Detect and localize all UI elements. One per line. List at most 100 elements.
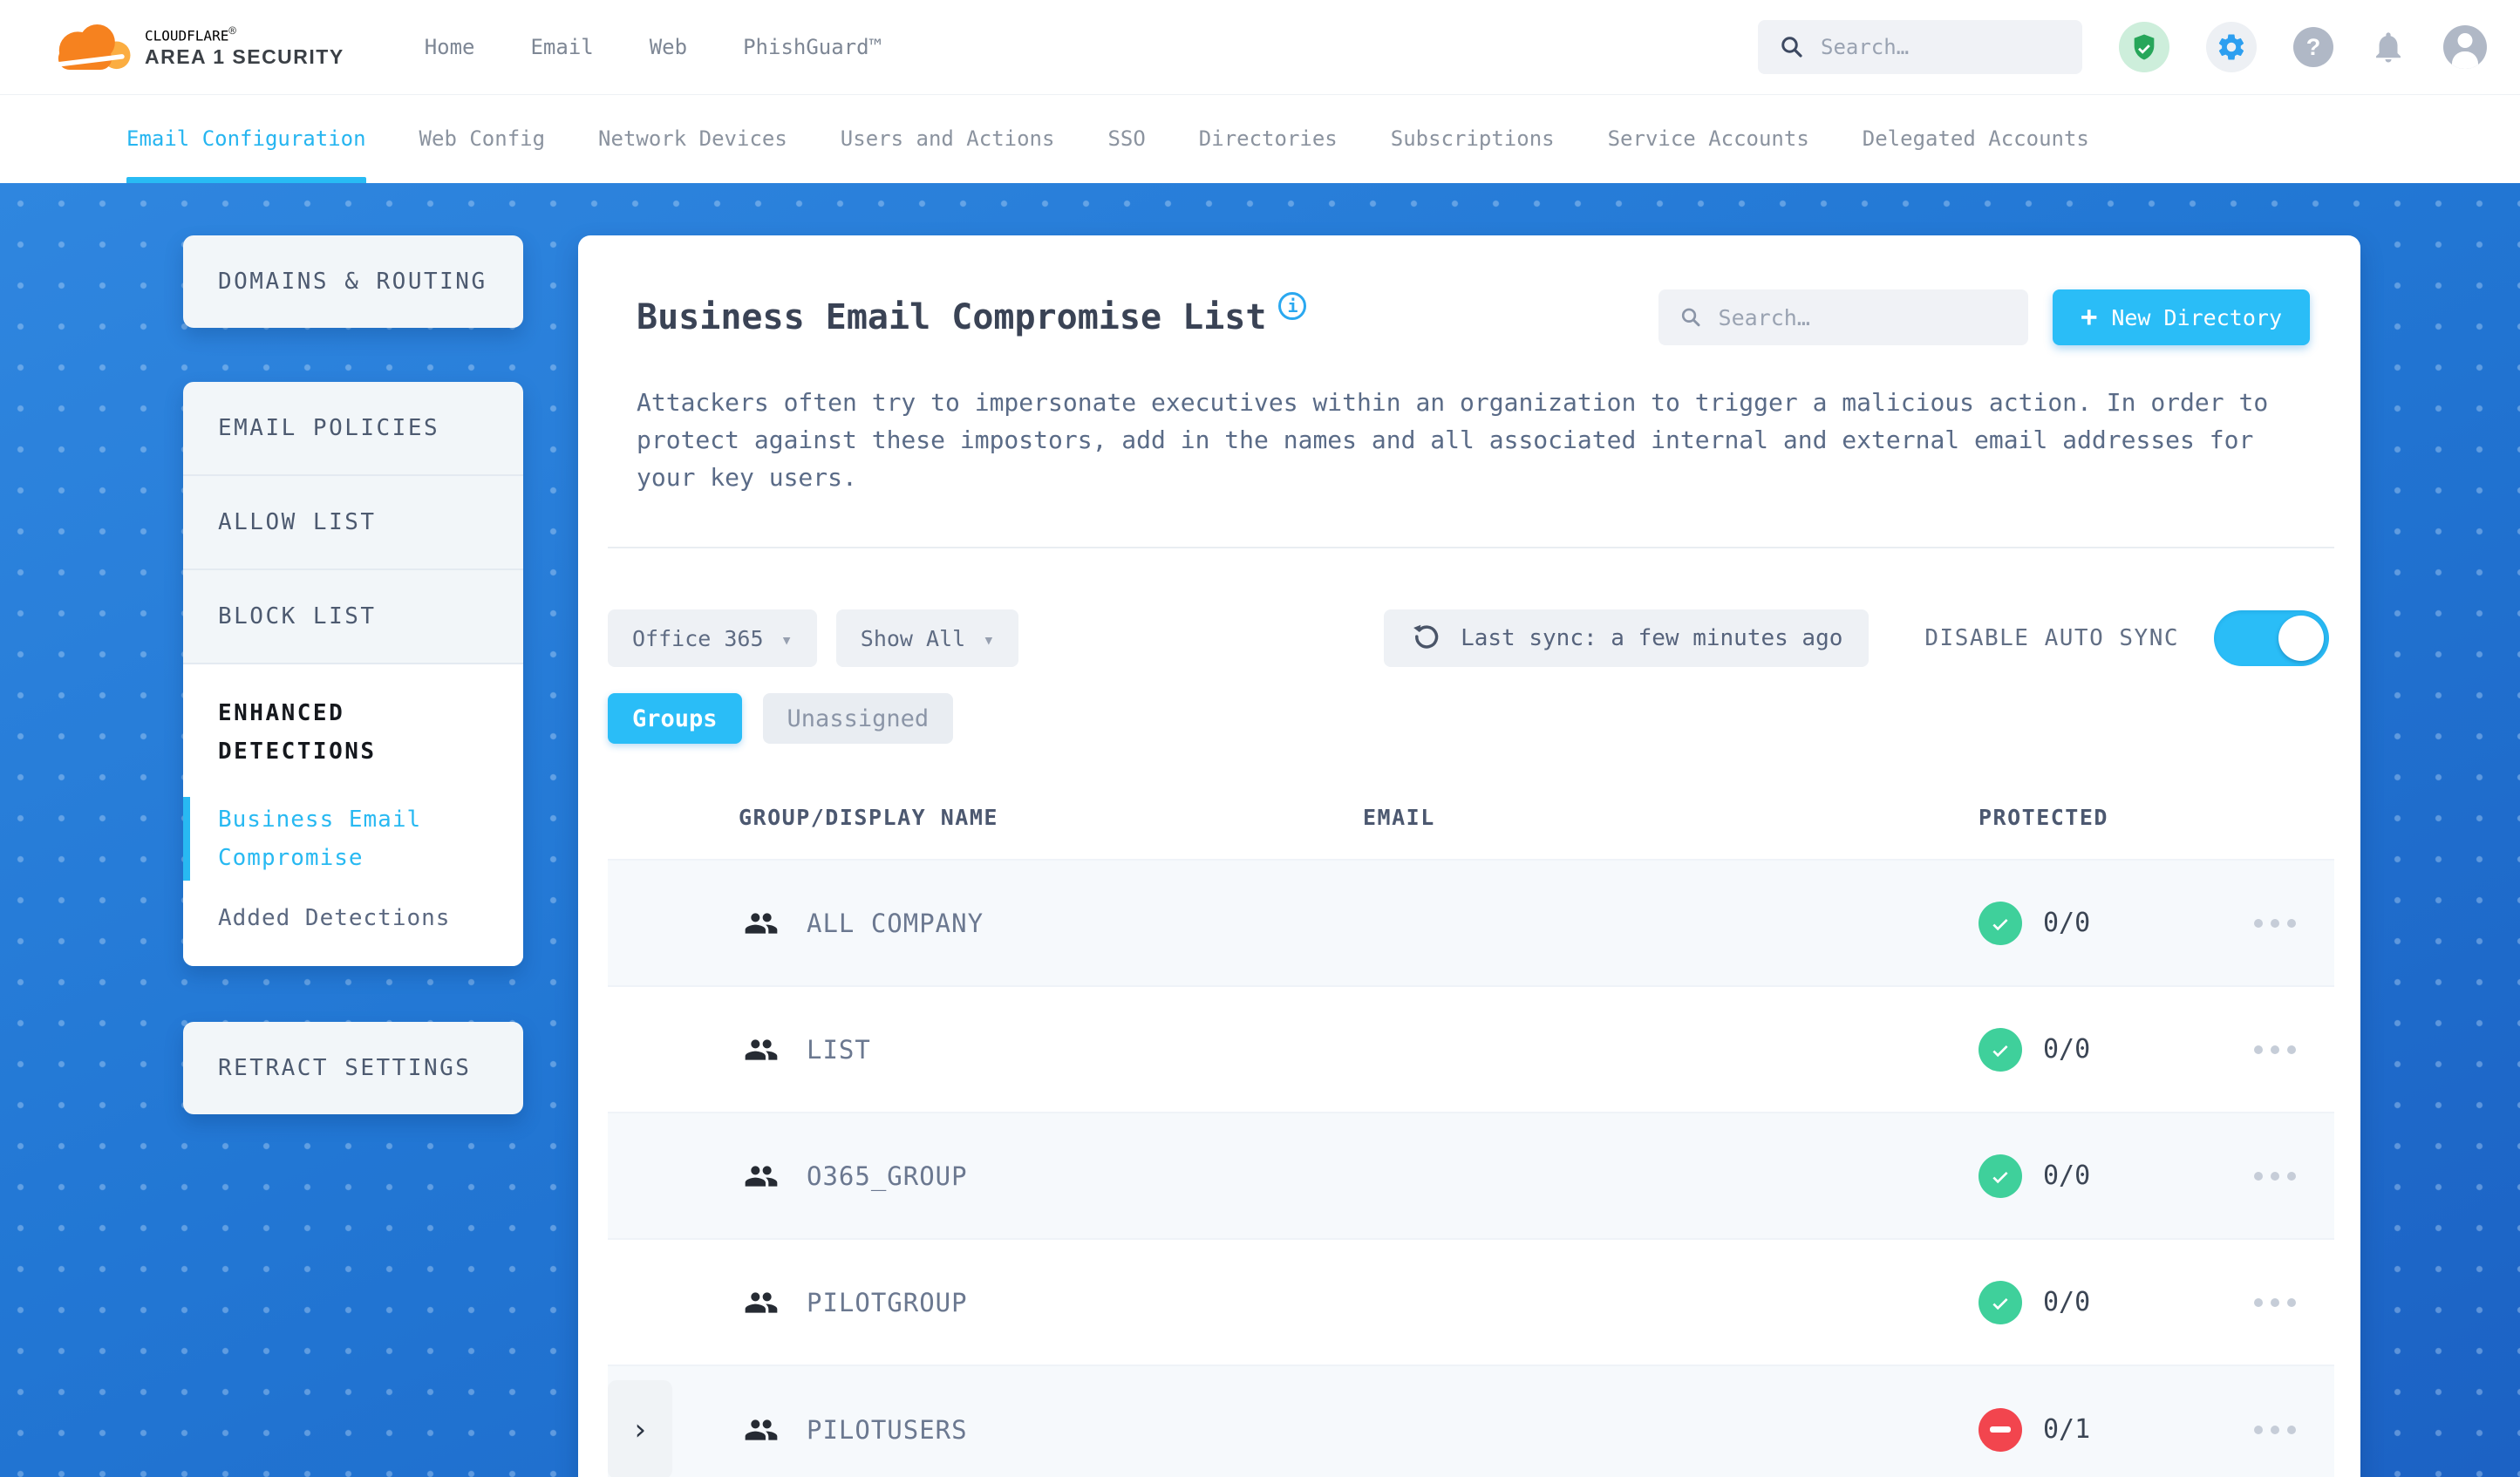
group-people-icon xyxy=(745,1165,778,1187)
sidebar-item-retract-settings[interactable]: RETRACT SETTINGS xyxy=(183,1022,523,1114)
notifications-button[interactable] xyxy=(2370,29,2407,65)
search-icon xyxy=(1681,308,1700,327)
protected-count: 0/1 xyxy=(2043,1414,2091,1445)
group-name: PILOTUSERS xyxy=(807,1414,968,1445)
account-button[interactable] xyxy=(2443,25,2487,69)
tab-email-configuration[interactable]: Email Configuration xyxy=(126,94,366,183)
group-name: O365_GROUP xyxy=(807,1160,968,1191)
config-subnav: Email Configuration Web Config Network D… xyxy=(0,94,2520,183)
brand[interactable]: CLOUDFLARE® AREA 1 SECURITY xyxy=(45,17,344,77)
table-row: LIST 0/0 xyxy=(608,985,2334,1112)
sidebar-item-block-list[interactable]: BLOCK LIST xyxy=(183,570,523,664)
sidebar-item-email-policies[interactable]: EMAIL POLICIES xyxy=(183,382,523,476)
tab-users-and-actions[interactable]: Users and Actions xyxy=(841,94,1055,183)
top-header: CLOUDFLARE® AREA 1 SECURITY Home Email W… xyxy=(0,0,2520,94)
toggle-knob xyxy=(2278,616,2324,661)
tab-delegated-accounts[interactable]: Delegated Accounts xyxy=(1863,94,2089,183)
table-row: PILOTUSERS 0/1 xyxy=(608,1365,2334,1477)
table-header-row: GROUP/DISPLAY NAME EMAIL PROTECTED xyxy=(608,775,2334,859)
groups-table: GROUP/DISPLAY NAME EMAIL PROTECTED ALL C… xyxy=(608,775,2334,1477)
protected-count: 0/0 xyxy=(2043,908,2091,938)
sidebar-item-allow-list[interactable]: ALLOW LIST xyxy=(183,476,523,570)
top-nav-web[interactable]: Web xyxy=(650,35,687,59)
security-status-button[interactable] xyxy=(2119,22,2169,72)
group-people-icon xyxy=(745,1419,778,1440)
sidebar-item-enhanced-detections[interactable]: ENHANCED DETECTIONS xyxy=(218,694,488,771)
tab-web-config[interactable]: Web Config xyxy=(419,94,546,183)
table-row: O365_GROUP 0/0 xyxy=(608,1112,2334,1238)
unassigned-tab[interactable]: Unassigned xyxy=(762,693,954,744)
protected-blocked-badge xyxy=(1979,1407,2022,1452)
protected-check-badge xyxy=(1979,1280,2022,1324)
group-people-icon xyxy=(745,1038,778,1060)
group-name: LIST xyxy=(807,1034,871,1065)
row-menu-button[interactable] xyxy=(2247,1033,2303,1066)
directory-search[interactable] xyxy=(1658,289,2029,345)
sidebar-section-enhanced-detections: ENHANCED DETECTIONS Business Email Compr… xyxy=(183,664,523,966)
sidebar-policies-card: EMAIL POLICIES ALLOW LIST BLOCK LIST ENH… xyxy=(183,382,523,966)
top-nav-email[interactable]: Email xyxy=(530,35,593,59)
global-search[interactable] xyxy=(1758,20,2082,74)
page-title: Business Email Compromise List xyxy=(637,297,1267,337)
cloudflare-cloud-icon xyxy=(50,24,131,70)
protected-check-badge xyxy=(1979,901,2022,945)
group-people-icon xyxy=(745,912,778,934)
protected-count: 0/0 xyxy=(2043,1034,2091,1065)
protected-count: 0/0 xyxy=(2043,1287,2091,1317)
expand-row-button[interactable] xyxy=(608,1380,672,1477)
row-menu-button[interactable] xyxy=(2247,907,2303,940)
tab-subscriptions[interactable]: Subscriptions xyxy=(1391,94,1555,183)
page-description: Attackers often try to impersonate execu… xyxy=(637,388,2269,492)
help-button[interactable] xyxy=(2293,27,2333,67)
registered-mark: ® xyxy=(228,24,236,39)
chevron-down-icon xyxy=(983,626,994,651)
row-menu-button[interactable] xyxy=(2247,1413,2303,1446)
brand-subtitle: AREA 1 SECURITY xyxy=(145,45,344,69)
plus-icon: + xyxy=(2081,299,2098,333)
tab-sso[interactable]: SSO xyxy=(1107,94,1145,183)
column-header-name: GROUP/DISPLAY NAME xyxy=(739,804,998,830)
last-sync-button[interactable]: Last sync: a few minutes ago xyxy=(1384,609,1870,667)
directory-type-select[interactable]: Office 365 xyxy=(608,609,817,667)
sync-refresh-icon xyxy=(1413,624,1439,649)
top-nav-home[interactable]: Home xyxy=(425,35,475,59)
section-divider xyxy=(608,547,2334,548)
group-name: PILOTGROUP xyxy=(807,1287,968,1317)
group-name: ALL COMPANY xyxy=(807,908,984,938)
table-row: PILOTGROUP 0/0 xyxy=(608,1238,2334,1365)
groups-tab[interactable]: Groups xyxy=(608,693,742,744)
row-menu-button[interactable] xyxy=(2247,1286,2303,1319)
auto-sync-toggle[interactable] xyxy=(2214,610,2329,666)
tab-directories[interactable]: Directories xyxy=(1199,94,1338,183)
group-people-icon xyxy=(745,1291,778,1313)
settings-sidebar: DOMAINS & ROUTING EMAIL POLICIES ALLOW L… xyxy=(183,235,523,1477)
tab-network-devices[interactable]: Network Devices xyxy=(598,94,787,183)
app-window: CLOUDFLARE® AREA 1 SECURITY Home Email W… xyxy=(0,0,2520,1477)
settings-button[interactable] xyxy=(2206,22,2257,72)
new-directory-button[interactable]: + New Directory xyxy=(2053,289,2310,345)
sidebar-item-added-detections[interactable]: Added Detections xyxy=(218,905,488,931)
protected-check-badge xyxy=(1979,1154,2022,1198)
sidebar-item-business-email-compromise[interactable]: Business Email Compromise xyxy=(183,797,488,881)
column-header-protected: PROTECTED xyxy=(1979,804,2108,830)
row-menu-button[interactable] xyxy=(2247,1160,2303,1193)
protected-check-badge xyxy=(1979,1027,2022,1072)
info-icon[interactable] xyxy=(1278,292,1307,320)
column-header-email: EMAIL xyxy=(1363,804,1435,830)
top-nav: Home Email Web PhishGuard™ xyxy=(425,35,882,59)
tab-service-accounts[interactable]: Service Accounts xyxy=(1608,94,1809,183)
protected-count: 0/0 xyxy=(2043,1160,2091,1191)
brand-name: CLOUDFLARE® xyxy=(145,24,236,44)
show-filter-select[interactable]: Show All xyxy=(835,609,1019,667)
account-avatar-icon xyxy=(2443,25,2487,69)
global-search-input[interactable] xyxy=(1821,35,2061,59)
content-area: DOMAINS & ROUTING EMAIL POLICIES ALLOW L… xyxy=(0,183,2520,1477)
shield-check-icon xyxy=(2134,34,2155,60)
chevron-down-icon xyxy=(781,626,793,651)
bec-list-card: Business Email Compromise List + New Dir… xyxy=(578,235,2360,1477)
directory-search-input[interactable] xyxy=(1718,304,2008,330)
settings-gear-icon xyxy=(2218,34,2244,60)
disable-auto-sync-label: DISABLE AUTO SYNC xyxy=(1924,625,2179,651)
top-nav-phishguard[interactable]: PhishGuard™ xyxy=(743,35,882,59)
sidebar-item-domains-routing[interactable]: DOMAINS & ROUTING xyxy=(183,235,523,328)
